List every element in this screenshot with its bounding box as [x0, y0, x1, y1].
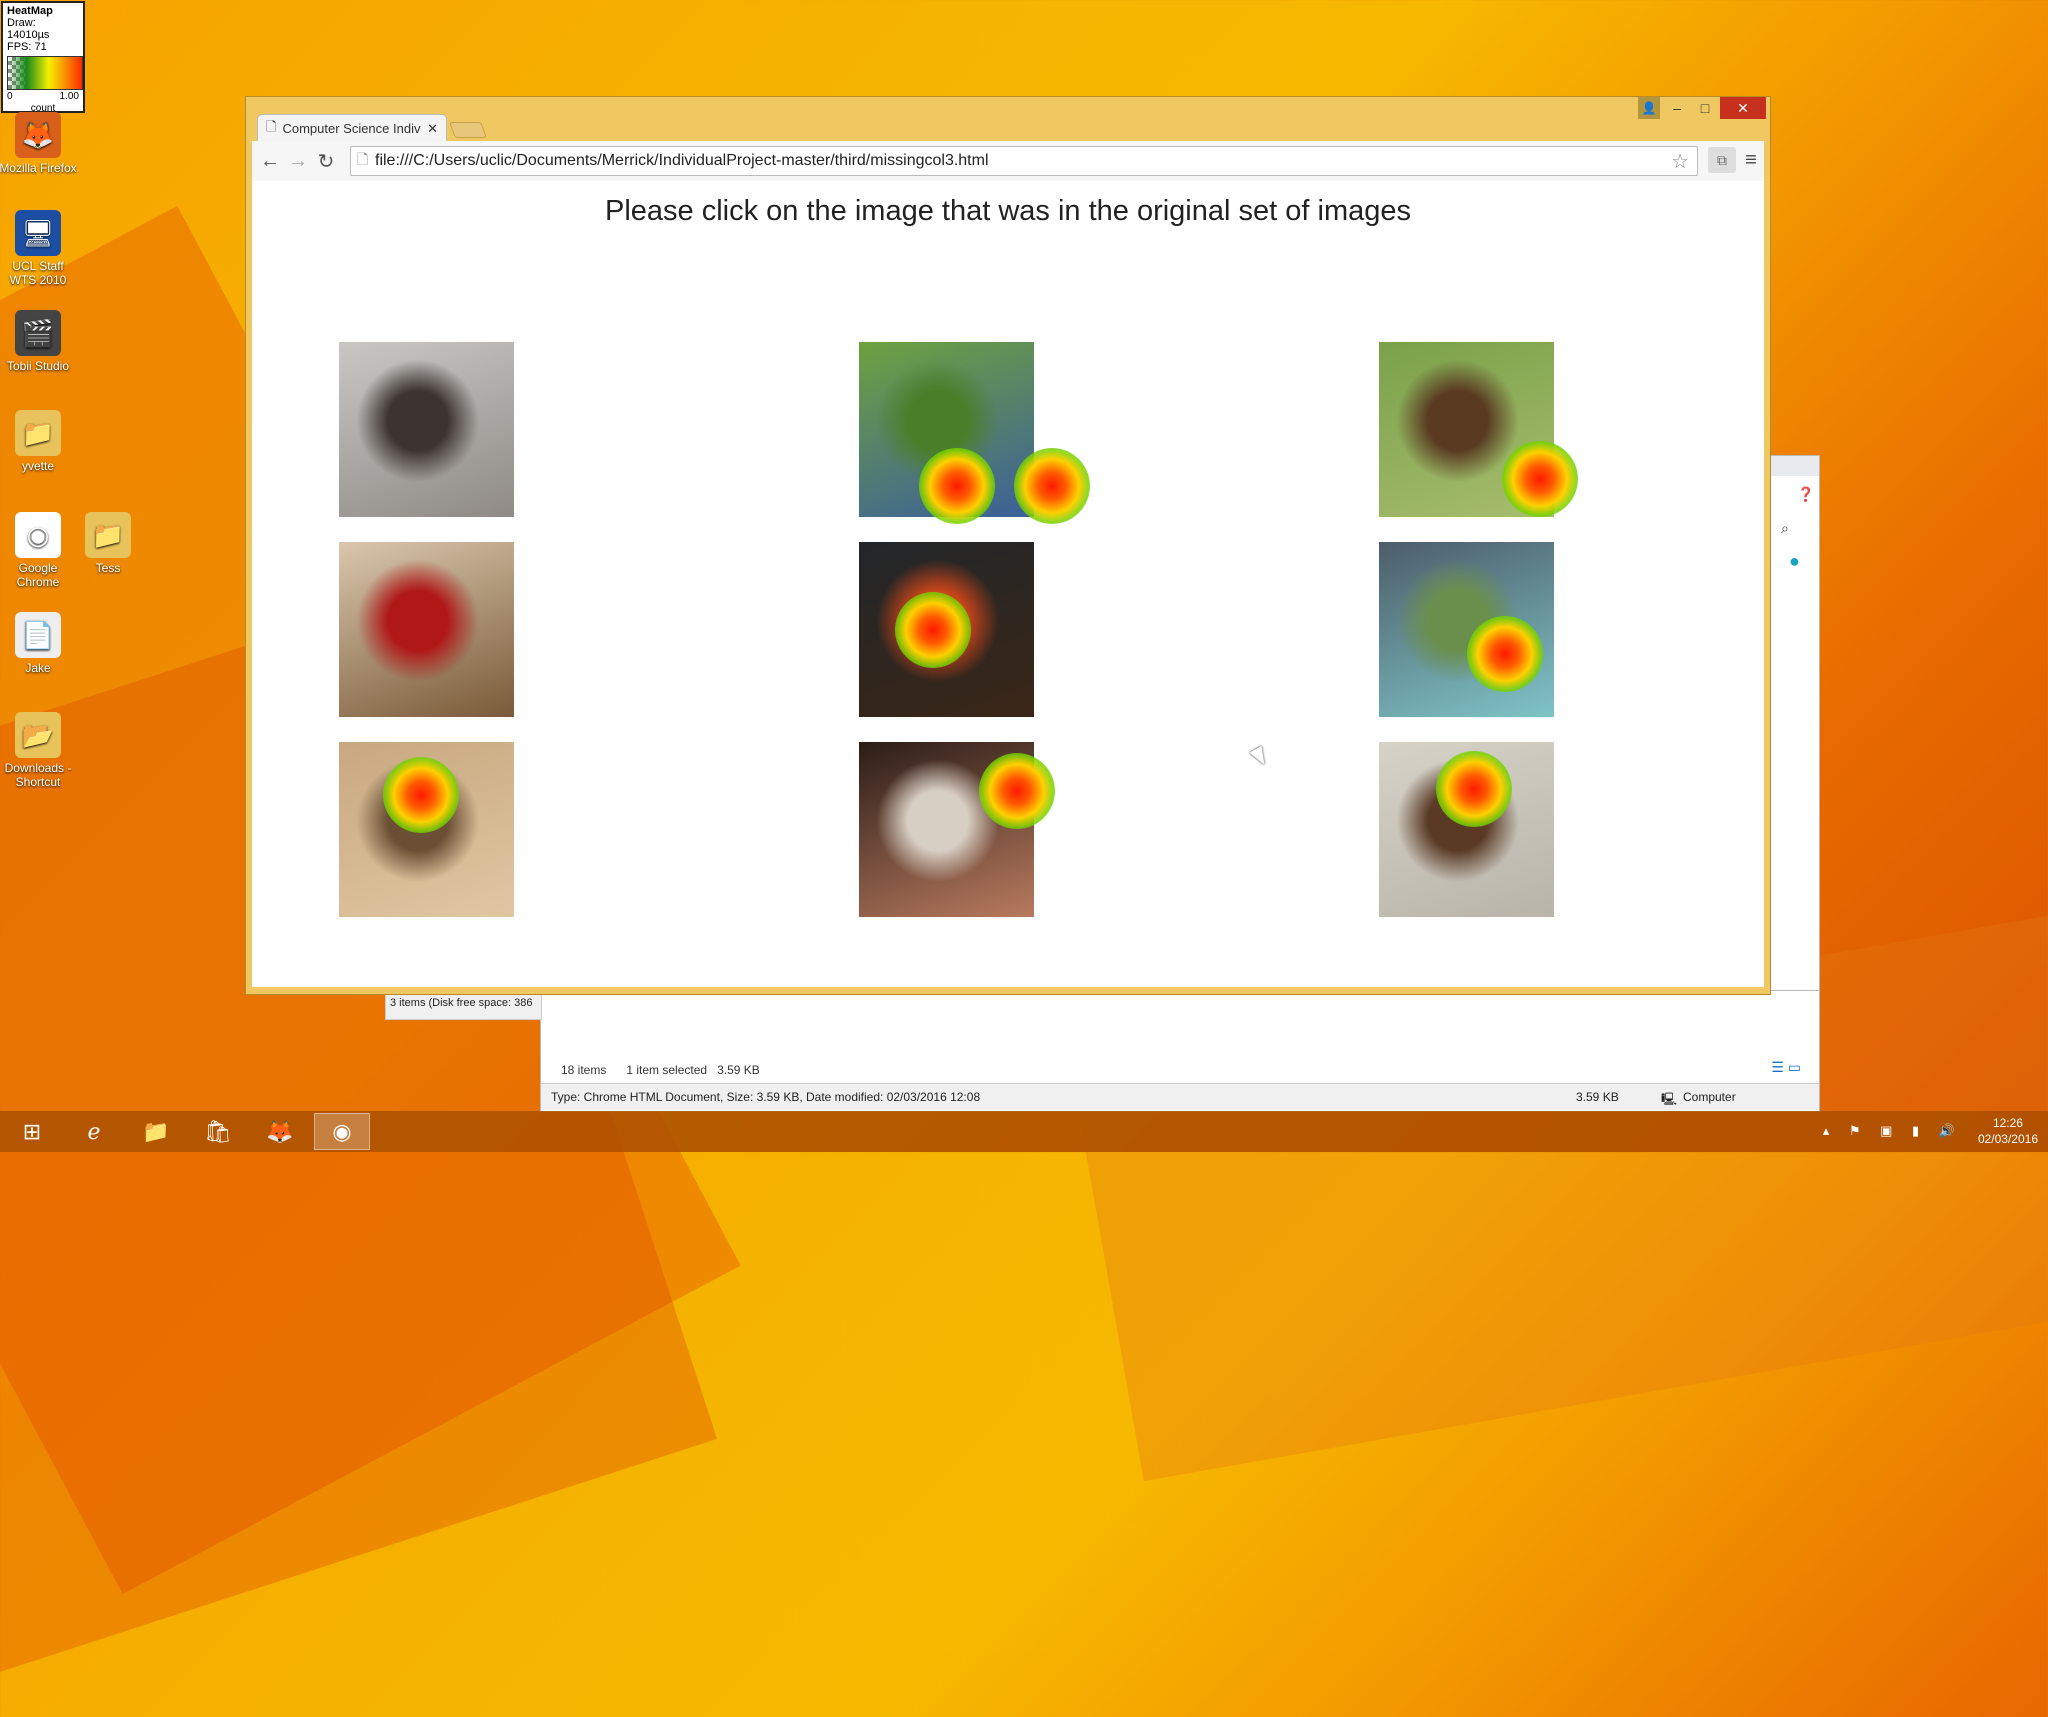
extension-icon[interactable]: ⧉: [1708, 147, 1736, 173]
side-panel-header: [1771, 456, 1819, 476]
explorer-selected-count: 1 item selected: [626, 1063, 708, 1077]
minimize-button[interactable]: –: [1664, 97, 1690, 119]
image-option-wallet[interactable]: [1379, 742, 1554, 917]
taskbar-start-icon[interactable]: ⊞: [4, 1113, 60, 1150]
image-option-gauge[interactable]: [859, 742, 1055, 917]
folder-icon: 📁: [15, 410, 61, 456]
disk-space-status: 3 items (Disk free space: 386: [385, 992, 542, 1020]
desktop-icon-label: Tess: [95, 561, 121, 575]
taskbar-store-icon[interactable]: 🛍: [190, 1113, 246, 1150]
file-explorer-window: 18 items 1 item selected 3.59 KB ☰ ▭ Typ…: [540, 990, 1820, 1112]
image-skateboard: [1379, 542, 1554, 717]
image-option-tools[interactable]: [339, 542, 514, 717]
desktop-icon[interactable]: 🖥 UCL Staff WTS 2010: [0, 210, 78, 287]
desktop-icon[interactable]: 🦊 Mozilla Firefox: [0, 112, 78, 175]
clock[interactable]: 12:26 02/03/2016: [1978, 1115, 2038, 1147]
heatmap-title: HeatMap: [7, 5, 53, 17]
desktop-icon-label: Downloads - Shortcut: [4, 761, 72, 789]
image-gavel: [339, 742, 514, 917]
image-option-gavel[interactable]: [339, 742, 514, 917]
image-option-grass-legs[interactable]: [859, 342, 1090, 524]
image-gauge: [859, 742, 1034, 917]
heatmap-legend: HeatMap Draw: 14010µs FPS: 71 0 1.00 cou…: [1, 1, 85, 114]
clapperboard-icon: 🎬: [15, 310, 61, 356]
browser-toolbar: ← → ↻ 🗋 file:///C:/Users/uclic/Documents…: [252, 141, 1764, 182]
taskbar: ⊞ ℯ 📁 🛍 🦊 ◉ ▴ ⚑ ▣ ▮ 🔊 12:26 02/03/2016: [0, 1111, 2048, 1152]
maximize-button[interactable]: □: [1692, 97, 1718, 119]
remote-desktop-icon: 🖥: [15, 210, 61, 256]
desktop-icon-label: UCL Staff WTS 2010: [9, 259, 67, 287]
chrome-icon: ◉: [15, 512, 61, 558]
desktop-icon[interactable]: 📄 Jake: [0, 612, 78, 675]
page-icon: 🗋: [357, 151, 369, 167]
url-text: file:///C:/Users/uclic/Documents/Merrick…: [375, 152, 989, 169]
desktop-icon-label: Tobii Studio: [6, 359, 70, 373]
menu-icon[interactable]: ≡: [1740, 147, 1762, 173]
page-content: Please click on the image that was in th…: [252, 181, 1764, 987]
clock-date: 02/03/2016: [1977, 1132, 2038, 1146]
new-tab-button[interactable]: [449, 122, 487, 138]
taskbar-file-explorer-icon[interactable]: 📁: [128, 1113, 184, 1150]
details-view-icon[interactable]: ☰ ▭: [1771, 1059, 1801, 1076]
firefox-icon: 🦊: [15, 112, 61, 158]
system-tray-icons[interactable]: ▴ ⚑ ▣ ▮ 🔊: [1823, 1123, 1963, 1139]
desktop-icon[interactable]: 📁 yvette: [0, 410, 78, 473]
image-grass-legs: [859, 342, 1034, 517]
help-icon[interactable]: ❓: [1797, 486, 1814, 503]
image-dog: [1379, 342, 1554, 517]
close-button[interactable]: ✕: [1720, 97, 1766, 119]
desktop-icon[interactable]: ◉ Google Chrome: [0, 512, 78, 589]
image-tools: [339, 542, 514, 717]
back-icon[interactable]: ←: [258, 149, 282, 173]
heatmap-draw-time: Draw: 14010µs: [7, 17, 50, 41]
downloads-folder-icon: 📂: [15, 712, 61, 758]
page-heading: Please click on the image that was in th…: [605, 195, 1411, 227]
desktop-icon-label: Mozilla Firefox: [0, 161, 77, 175]
taskbar-internet-explorer-icon[interactable]: ℯ: [66, 1113, 122, 1150]
tab-title: Computer Science Individ: [282, 121, 422, 136]
computer-icon: 🖳: [1661, 1092, 1678, 1106]
desktop-icon-label: yvette: [21, 459, 54, 473]
status-size: 3.59 KB: [1576, 1090, 1619, 1104]
heatmap-max: 1.00: [59, 91, 79, 102]
taskbar-chrome-icon[interactable]: ◉: [314, 1113, 370, 1150]
file-type-status: Type: Chrome HTML Document, Size: 3.59 K…: [551, 1090, 981, 1104]
document-icon: 📄: [15, 612, 61, 658]
bookmark-star-icon[interactable]: ☆: [1671, 149, 1689, 174]
status-location: Computer: [1683, 1090, 1736, 1104]
image-option-dog[interactable]: [1379, 342, 1578, 517]
image-option-coffee[interactable]: [859, 542, 1034, 717]
image-beard: [339, 342, 514, 517]
explorer-item-count: 18 items: [561, 1063, 607, 1077]
folder-icon: 📁: [85, 512, 131, 558]
tab-close-icon[interactable]: ✕: [427, 121, 438, 137]
search-icon[interactable]: ⌕: [1781, 520, 1789, 537]
globe-icon: ●: [1789, 551, 1800, 571]
explorer-side-panel: ❓ ⌕ ●: [1770, 455, 1820, 992]
heatmap-min: 0: [7, 91, 13, 102]
heatmap-fps: FPS: 71: [7, 41, 47, 53]
user-icon[interactable]: 👤: [1638, 97, 1660, 119]
clock-time: 12:26: [1992, 1116, 2023, 1130]
desktop-icon[interactable]: 📂 Downloads - Shortcut: [0, 712, 78, 789]
image-option-skateboard[interactable]: [1379, 542, 1554, 717]
desktop-icon-label: Google Chrome: [16, 561, 60, 589]
desktop-icon[interactable]: 📁 Tess: [68, 512, 148, 575]
desktop-icon[interactable]: 🎬 Tobii Studio: [0, 310, 78, 373]
chrome-window: 🗋 Computer Science Individ ✕ 👤 – □ ✕ ← →…: [245, 96, 1771, 995]
address-bar[interactable]: 🗋 file:///C:/Users/uclic/Documents/Merri…: [350, 146, 1698, 176]
explorer-selected-size: 3.59 KB: [717, 1063, 760, 1077]
browser-tab[interactable]: 🗋 Computer Science Individ ✕: [257, 114, 447, 142]
desktop-icon-label: Jake: [25, 661, 51, 675]
reload-icon[interactable]: ↻: [314, 149, 338, 173]
image-coffee: [859, 542, 1034, 717]
forward-icon[interactable]: →: [286, 149, 310, 173]
image-option-beard[interactable]: [339, 342, 514, 517]
explorer-status-bar: Type: Chrome HTML Document, Size: 3.59 K…: [541, 1083, 1819, 1110]
heatmap-gradient-bar: [7, 56, 83, 90]
page-icon: 🗋: [266, 118, 277, 134]
taskbar-firefox-icon[interactable]: 🦊: [252, 1113, 308, 1150]
image-wallet: [1379, 742, 1554, 917]
